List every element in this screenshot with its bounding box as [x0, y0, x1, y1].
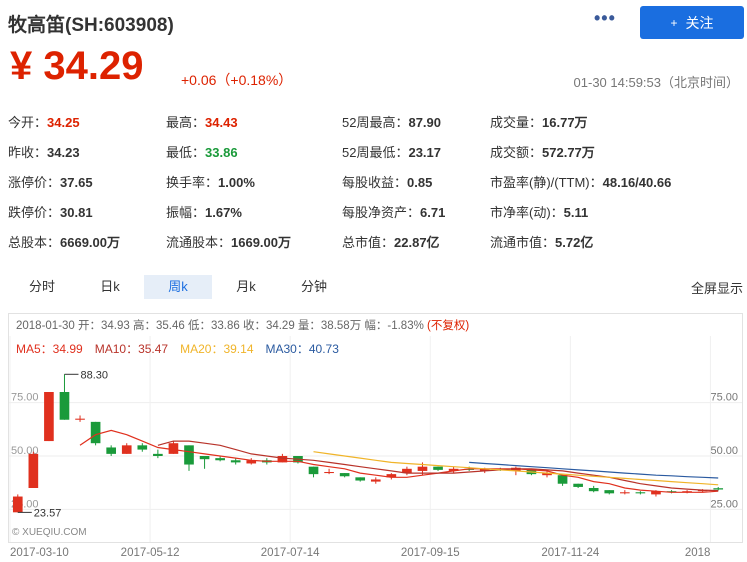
ohlc-info-line: 2018-01-30 开：34.93 高：35.46 低：33.86 收：34.… [16, 317, 469, 333]
ma-legend-item: MA20：39.14 [180, 342, 254, 356]
candle-body [90, 421, 101, 444]
candle-body [184, 445, 194, 465]
candle-body [433, 466, 443, 470]
candle-body [106, 447, 116, 454]
candle-body [573, 483, 583, 487]
candle-body [28, 453, 39, 488]
ma-legend-item: MA10：35.47 [94, 342, 169, 356]
candle-body [75, 418, 85, 420]
candle-body [417, 466, 428, 471]
candle-body [308, 466, 319, 475]
annotation-label: 23.57 [34, 507, 62, 519]
ohlc-values: 2018-01-30 开：34.93 高：35.46 低：33.86 收：34.… [16, 320, 424, 332]
candle-body [168, 443, 179, 454]
candle-body [370, 479, 381, 482]
candle-body [620, 492, 630, 494]
candle-body [355, 477, 366, 481]
candle-body [199, 456, 210, 460]
candle-body [557, 475, 568, 484]
candle-body [59, 392, 70, 420]
candle-body [121, 445, 132, 454]
candle-body [153, 453, 163, 456]
candle-body [137, 445, 148, 450]
ma-legend-item: MA5：34.99 [16, 342, 83, 356]
x-tick-label: 2017-09-15 [401, 547, 460, 559]
ma-legend-item: MA30：40.73 [265, 342, 339, 356]
x-tick-label: 2017-05-12 [121, 547, 180, 559]
candle-body [44, 392, 54, 442]
x-tick-label: 2017-11-24 [541, 547, 600, 559]
candle-body [324, 472, 334, 474]
candle-body [588, 488, 599, 492]
candle-body [604, 490, 615, 494]
y-tick-label-left: 75.00 [11, 392, 39, 404]
watermark: © XUEQIU.COM [12, 527, 87, 538]
adjust-mode-label: (不复权) [427, 320, 470, 332]
candle-body [339, 473, 350, 477]
x-tick-label: 2017-03-10 [10, 547, 69, 559]
candle-body [12, 496, 23, 513]
kline-chart[interactable]: 75.0075.0050.0050.0025.0025.0088.3023.57… [0, 0, 747, 562]
candle-body [713, 488, 724, 490]
ma-legend: MA5：34.99 MA10：35.47 MA20：39.14 MA30：40.73 [16, 340, 351, 357]
x-tick-label: 2017-07-14 [261, 547, 320, 559]
ma-line-ma5 [79, 429, 719, 493]
candle-body [215, 458, 225, 461]
y-tick-label-right: 75.00 [710, 392, 738, 404]
candle-body [230, 460, 241, 463]
candle-body [635, 492, 646, 494]
x-tick-label: 2018 [685, 547, 711, 559]
annotation-label: 88.30 [80, 369, 108, 381]
y-tick-label-right: 25.00 [710, 498, 738, 510]
y-tick-label-right: 50.00 [710, 445, 738, 457]
